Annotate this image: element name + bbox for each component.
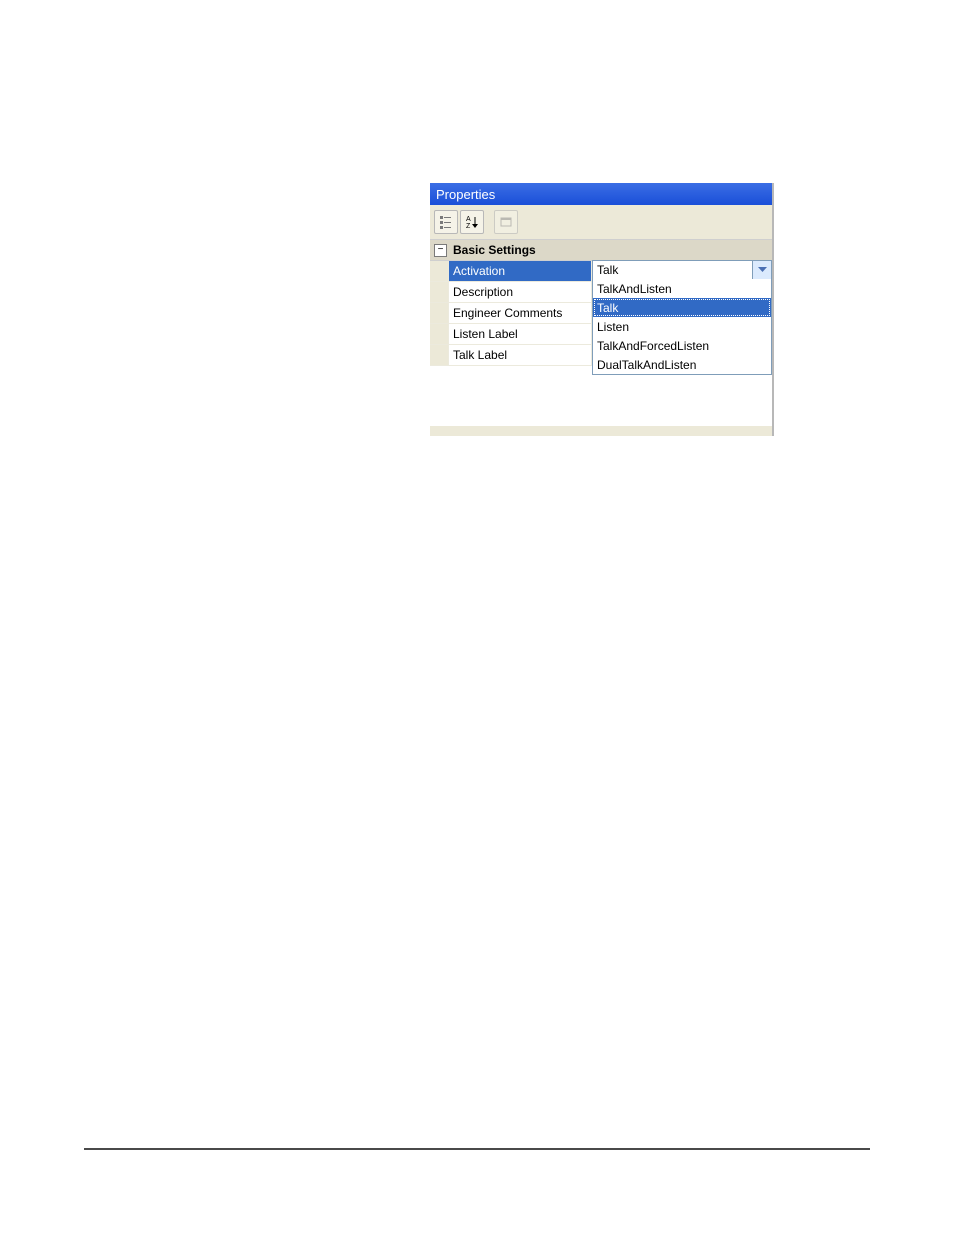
- row-gutter: [430, 261, 449, 281]
- svg-text:Z: Z: [466, 223, 471, 230]
- grid-empty-area: [430, 366, 772, 426]
- properties-toolbar: A Z: [430, 205, 772, 240]
- property-name-listen-label[interactable]: Listen Label: [449, 324, 592, 344]
- property-pages-button[interactable]: [494, 210, 518, 234]
- panel-title: Properties: [436, 187, 495, 202]
- category-label: Basic Settings: [453, 243, 536, 257]
- dropdown-option-dualtalkandlisten[interactable]: DualTalkAndListen: [593, 355, 771, 374]
- property-row-activation[interactable]: Activation Talk TalkAndListen Talk Liste…: [430, 261, 772, 282]
- page-footer-divider: [84, 1148, 870, 1150]
- categorized-view-button[interactable]: [434, 210, 458, 234]
- properties-panel: Properties A Z: [430, 183, 774, 436]
- dropdown-button[interactable]: [752, 261, 771, 279]
- dropdown-option-talkandlisten[interactable]: TalkAndListen: [593, 279, 771, 298]
- alphabetical-view-button[interactable]: A Z: [460, 210, 484, 234]
- property-name-engineer-comments[interactable]: Engineer Comments: [449, 303, 592, 323]
- combobox-selected[interactable]: Talk: [593, 261, 771, 279]
- panel-titlebar: Properties: [430, 183, 772, 205]
- property-name-talk-label[interactable]: Talk Label: [449, 345, 592, 365]
- dropdown-option-talk[interactable]: Talk: [593, 298, 771, 317]
- dropdown-option-listen[interactable]: Listen: [593, 317, 771, 336]
- property-name-description[interactable]: Description: [449, 282, 592, 302]
- svg-text:A: A: [466, 216, 471, 223]
- property-value-activation[interactable]: Talk TalkAndListen Talk Listen TalkAndFo…: [592, 261, 772, 281]
- activation-combobox[interactable]: Talk TalkAndListen Talk Listen TalkAndFo…: [592, 260, 772, 375]
- property-name-activation[interactable]: Activation: [449, 261, 592, 281]
- collapse-icon[interactable]: −: [434, 244, 447, 257]
- dropdown-option-talkandforcedlisten[interactable]: TalkAndForcedListen: [593, 336, 771, 355]
- activation-dropdown-list[interactable]: TalkAndListen Talk Listen TalkAndForcedL…: [593, 279, 771, 374]
- category-row-basic-settings[interactable]: − Basic Settings: [430, 240, 772, 261]
- property-grid: Activation Talk TalkAndListen Talk Liste…: [430, 261, 772, 366]
